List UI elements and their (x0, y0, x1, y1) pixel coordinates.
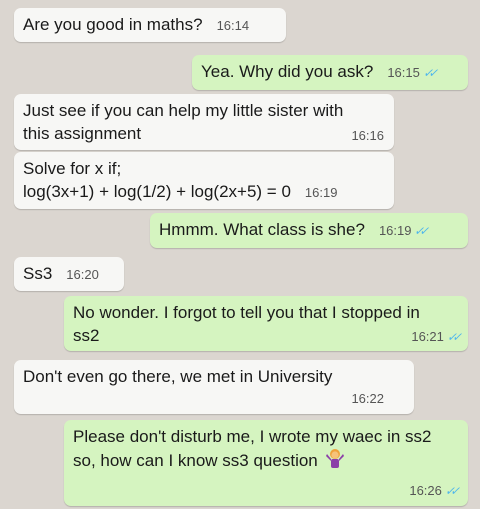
message-text: Don't even go there, we met in Universit… (23, 367, 333, 386)
double-check-icon: ✓✓ (444, 484, 458, 498)
message-outgoing[interactable]: Please don't disturb me, I wrote my waec… (64, 420, 468, 506)
message-time: 16:21 (411, 329, 444, 344)
message-incoming[interactable]: Ss3 16:20 (14, 257, 124, 291)
message-time: 16:20 (66, 267, 99, 282)
double-check-icon: ✓✓ (413, 224, 428, 238)
message-incoming[interactable]: Solve for x if; log(3x+1) + log(1/2) + l… (14, 152, 394, 209)
message-text-line: log(3x+1) + log(1/2) + log(2x+5) = 0 (23, 182, 291, 201)
message-incoming[interactable]: Don't even go there, we met in Universit… (14, 360, 414, 414)
message-time: 16:22 (351, 391, 384, 406)
message-time: 16:26 (409, 483, 442, 498)
message-text: Yea. Why did you ask? (201, 62, 374, 81)
double-check-icon: ✓✓ (446, 330, 460, 344)
message-outgoing[interactable]: Yea. Why did you ask? 16:15 ✓✓ (192, 55, 468, 90)
message-text: Are you good in maths? (23, 15, 203, 34)
message-outgoing[interactable]: No wonder. I forgot to tell you that I s… (64, 296, 468, 351)
message-time: 16:19 (304, 185, 338, 200)
woman-shrugging-emoji (326, 449, 345, 468)
double-check-icon: ✓✓ (422, 66, 436, 80)
message-time: 16:19 (378, 223, 412, 238)
message-time: 16:14 (216, 18, 250, 33)
message-time: 16:15 (387, 65, 420, 80)
message-text-line: Solve for x if; (23, 159, 122, 178)
message-incoming[interactable]: Just see if you can help my little siste… (14, 94, 394, 150)
message-text: Ss3 (23, 264, 53, 283)
message-outgoing[interactable]: Hmmm. What class is she? 16:19 ✓✓ (150, 213, 468, 248)
message-text: Hmmm. What class is she? (159, 220, 365, 239)
message-incoming[interactable]: Are you good in maths? 16:14 (14, 8, 286, 42)
message-text: Please don't disturb me, I wrote my waec… (73, 427, 432, 470)
